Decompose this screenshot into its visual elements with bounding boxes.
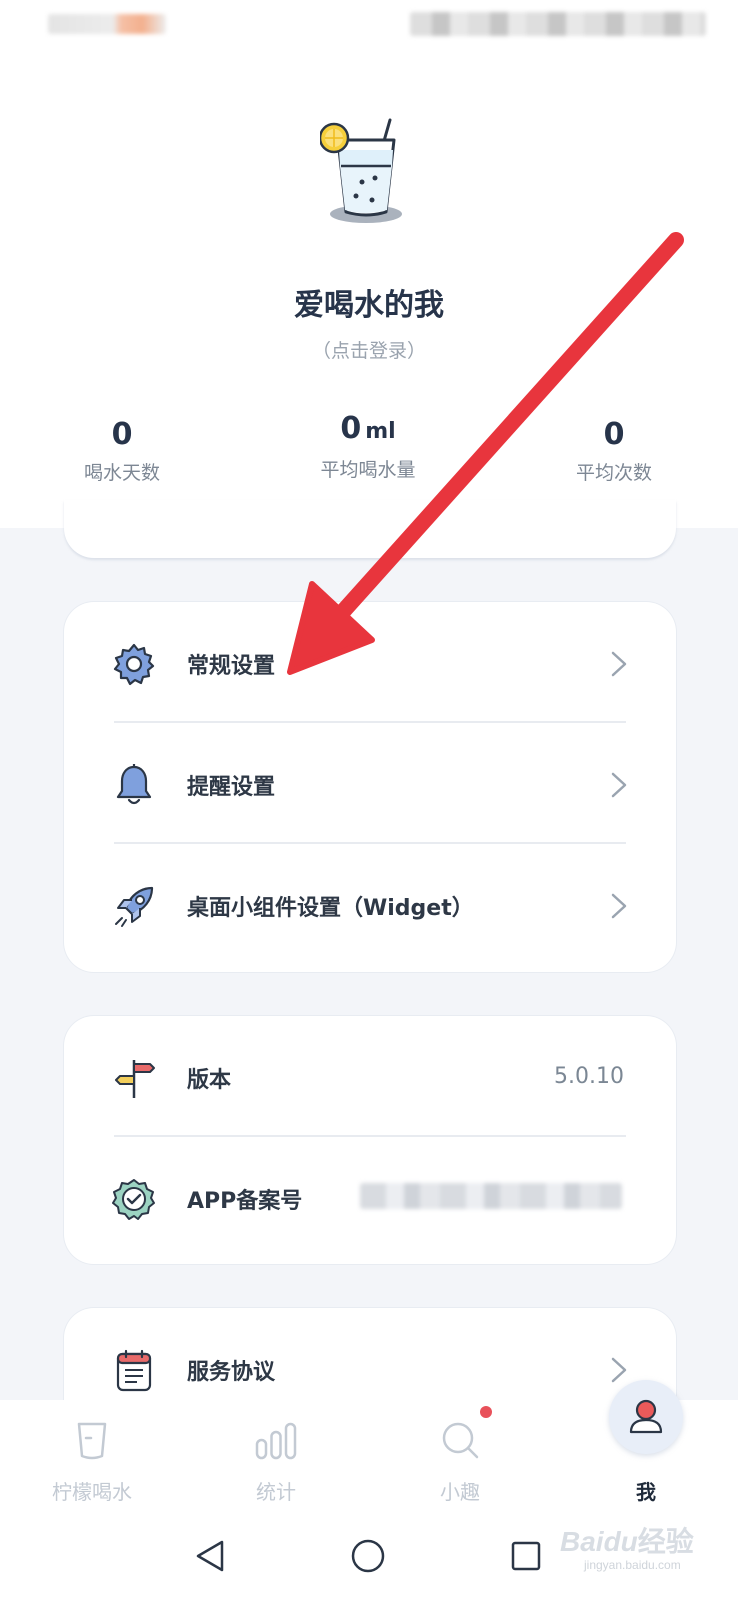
row-label: 桌面小组件设置（Widget） [187, 896, 474, 921]
stat-drink-days: 0 喝水天数 [22, 416, 222, 485]
settings-card: 常规设置 提醒设置 桌面小组件设置（Widget） [64, 602, 676, 972]
stat-label: 喝水天数 [83, 462, 160, 484]
lemon-water-logo-icon[interactable] [320, 116, 420, 232]
nav-item-stats[interactable]: 统计 [196, 1400, 356, 1512]
record-number-blurred [360, 1183, 622, 1209]
version-value: 5.0.10 [554, 1064, 624, 1089]
stat-value: 0 [111, 417, 133, 452]
profile-name[interactable]: 爱喝水的我 [0, 280, 738, 324]
stat-value: 0 [340, 411, 362, 446]
record-number-row[interactable]: APP备案号 [64, 1137, 676, 1258]
row-label: 提醒设置 [187, 775, 276, 800]
row-label: APP备案号 [187, 1189, 303, 1214]
nav-label: 我 [636, 1480, 656, 1504]
row-label: 版本 [187, 1068, 232, 1093]
signpost-icon [115, 1060, 155, 1098]
status-bar-blurred-right [410, 12, 706, 36]
search-icon [442, 1422, 479, 1459]
nav-item-lemon-water[interactable]: 柠檬喝水 [12, 1400, 172, 1512]
version-row[interactable]: 版本 5.0.10 [64, 1016, 676, 1137]
stat-avg-times: 0 平均次数 [514, 416, 714, 485]
stats-card [64, 500, 676, 558]
rocket-icon [115, 886, 154, 927]
widget-settings-row[interactable]: 桌面小组件设置（Widget） [64, 844, 676, 965]
reminder-settings-row[interactable]: 提醒设置 [64, 723, 676, 844]
chevron-right-icon [611, 651, 627, 677]
stat-value: 0 [603, 417, 625, 452]
verified-badge-icon [112, 1179, 155, 1220]
notification-dot [480, 1406, 492, 1418]
person-icon [629, 1399, 663, 1434]
info-card: 版本 5.0.10 APP备案号 [64, 1016, 676, 1264]
nav-label: 柠檬喝水 [52, 1480, 132, 1504]
bell-icon [116, 764, 152, 805]
chevron-right-icon [611, 893, 627, 919]
back-icon[interactable] [194, 1538, 226, 1574]
nav-item-fun[interactable]: 小趣 [380, 1400, 540, 1512]
recents-icon[interactable] [510, 1540, 542, 1572]
nav-label: 小趣 [440, 1480, 480, 1504]
cup-icon [77, 1422, 107, 1460]
stat-label: 平均次数 [575, 462, 652, 484]
baidu-watermark: Baidu经验 jingyan.baidu.com [560, 1526, 694, 1572]
home-icon[interactable] [350, 1538, 386, 1574]
status-bar-blurred-left [48, 14, 166, 34]
row-label: 常规设置 [187, 654, 276, 679]
document-icon [116, 1349, 152, 1392]
stat-label: 平均喝水量 [320, 459, 416, 481]
stat-avg-volume: 0 ml 平均喝水量 [268, 410, 468, 482]
row-label: 服务协议 [187, 1360, 276, 1385]
chevron-right-icon [611, 772, 627, 798]
stat-unit: ml [365, 419, 396, 444]
general-settings-row[interactable]: 常规设置 [64, 602, 676, 723]
nav-label: 统计 [256, 1480, 296, 1504]
bar-chart-icon [255, 1422, 297, 1460]
me-tab-highlight[interactable] [609, 1380, 683, 1454]
gear-icon [113, 643, 155, 686]
login-hint[interactable]: （点击登录） [0, 336, 738, 363]
